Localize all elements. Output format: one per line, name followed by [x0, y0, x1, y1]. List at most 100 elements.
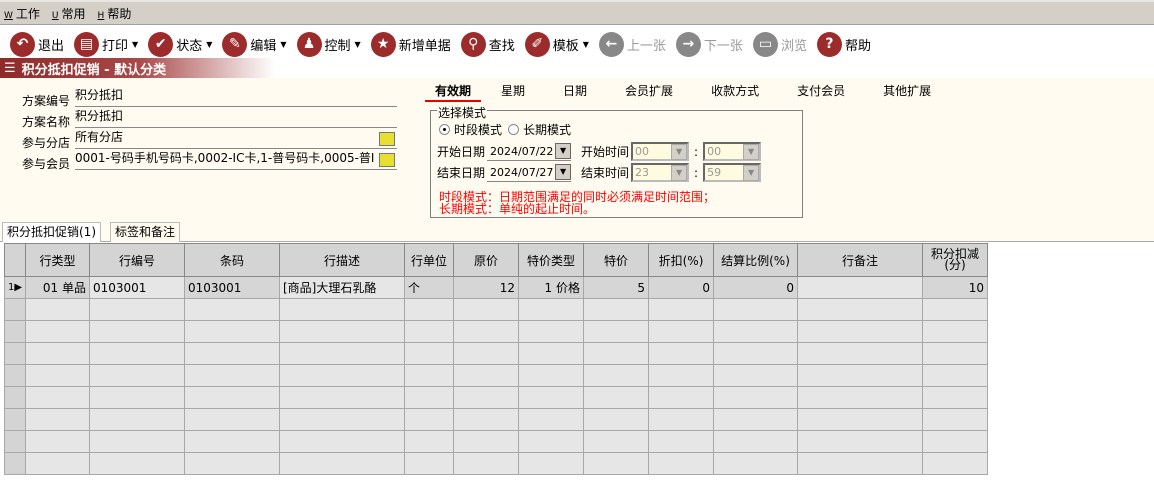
toolbar-button-1[interactable]: ▤ 打印 ▼	[74, 31, 138, 57]
grid-cell[interactable]	[25, 430, 90, 453]
tab-3[interactable]: 会员扩展	[615, 83, 683, 102]
dropdown-arrow-icon[interactable]: ▼	[555, 143, 572, 159]
grid-cell[interactable]	[797, 276, 923, 299]
grid-cell[interactable]	[518, 342, 584, 365]
grid-cell[interactable]: 0	[713, 276, 798, 299]
dropdown-arrow-icon[interactable]: ▼	[555, 164, 572, 180]
grid-cell[interactable]: 个	[404, 276, 454, 299]
column-header[interactable]: 行描述	[279, 243, 405, 277]
grid-cell[interactable]	[184, 342, 280, 365]
grid-cell[interactable]	[518, 320, 584, 343]
grid-cell[interactable]	[583, 386, 649, 409]
grid-cell[interactable]	[713, 430, 798, 453]
toolbar-button-0[interactable]: ↶ 退出	[10, 31, 64, 57]
grid-cell[interactable]	[518, 430, 584, 453]
grid-cell[interactable]	[518, 452, 584, 475]
grid-cell[interactable]	[404, 452, 454, 475]
grid-cell[interactable]	[279, 364, 405, 387]
table-row[interactable]	[4, 298, 988, 321]
chevron-down-icon[interactable]: ▼	[583, 40, 589, 49]
grid-cell[interactable]	[404, 386, 454, 409]
end-hour-select[interactable]: 23 ▼	[631, 163, 690, 182]
grid-cell[interactable]	[922, 386, 988, 409]
grid-cell[interactable]	[713, 408, 798, 431]
field-input[interactable]: 积分抵扣	[75, 109, 397, 128]
toolbar-button-9[interactable]: → 下一张	[675, 31, 743, 57]
table-row[interactable]: 1▶ 01 单品 0103001 0103001 [商品]大理石乳酪个 12 1 价格 5 0 0…	[4, 276, 988, 299]
table-row[interactable]	[4, 452, 988, 475]
grid-cell[interactable]	[922, 408, 988, 431]
column-header[interactable]: 特价类型	[518, 243, 584, 277]
chevron-down-icon[interactable]: ▼	[280, 40, 286, 49]
toolbar-button-4[interactable]: ♟ 控制 ▼	[296, 31, 361, 57]
toolbar-button-11[interactable]: ? 帮助	[816, 31, 871, 57]
grid-cell[interactable]	[453, 320, 519, 343]
grid-cell[interactable]	[583, 408, 649, 431]
table-row[interactable]	[4, 342, 988, 365]
start-minute-select[interactable]: 00 ▼	[703, 142, 762, 161]
table-row[interactable]	[4, 364, 988, 387]
dropdown-arrow-icon[interactable]: ▼	[743, 164, 760, 181]
row-header[interactable]	[4, 408, 26, 431]
grid-cell[interactable]	[89, 320, 185, 343]
grid-cell[interactable]	[713, 342, 798, 365]
row-header[interactable]	[4, 452, 26, 475]
chevron-down-icon[interactable]: ▼	[206, 40, 212, 49]
menu-0[interactable]: W 工作	[4, 5, 40, 22]
tab-tags-notes[interactable]: 标签和备注	[110, 222, 181, 242]
grid-cell[interactable]	[89, 342, 185, 365]
column-header[interactable]: 行类型	[25, 243, 90, 277]
row-header[interactable]	[4, 364, 26, 387]
grid-cell[interactable]	[89, 430, 185, 453]
dropdown-arrow-icon[interactable]: ▼	[743, 143, 760, 160]
grid-cell[interactable]	[89, 364, 185, 387]
grid-cell[interactable]	[25, 408, 90, 431]
grid-cell[interactable]	[713, 364, 798, 387]
grid-cell[interactable]	[797, 430, 923, 453]
chevron-down-icon[interactable]: ▼	[355, 40, 361, 49]
grid-cell[interactable]	[797, 386, 923, 409]
grid-cell[interactable]	[583, 320, 649, 343]
tab-5[interactable]: 支付会员	[787, 83, 855, 102]
grid-cell[interactable]	[25, 364, 90, 387]
grid-cell[interactable]: 0103001	[89, 276, 185, 299]
grid-cell[interactable]	[279, 342, 405, 365]
grid-cell[interactable]	[518, 364, 584, 387]
grid-cell[interactable]	[184, 430, 280, 453]
row-header[interactable]	[4, 342, 26, 365]
column-header[interactable]: 原价	[453, 243, 519, 277]
grid-cell[interactable]	[648, 298, 714, 321]
grid-cell[interactable]	[404, 408, 454, 431]
radio-long-mode[interactable]	[508, 124, 520, 135]
grid-cell[interactable]	[89, 298, 185, 321]
grid-cell[interactable]	[922, 320, 988, 343]
column-header[interactable]: 特价	[583, 243, 649, 277]
radio-period-mode[interactable]	[439, 124, 450, 135]
grid-cell[interactable]	[453, 364, 519, 387]
grid-cell[interactable]	[404, 342, 454, 365]
grid-cell[interactable]	[797, 452, 923, 475]
toolbar-button-7[interactable]: ✐ 模板 ▼	[524, 31, 589, 57]
grid-cell[interactable]	[922, 298, 988, 321]
grid-cell[interactable]	[713, 452, 798, 475]
grid-cell[interactable]	[583, 342, 649, 365]
grid-cell[interactable]	[583, 430, 649, 453]
row-header[interactable]	[4, 320, 26, 343]
row-header[interactable]	[4, 386, 26, 409]
end-minute-select[interactable]: 59 ▼	[703, 163, 762, 182]
grid-cell[interactable]	[797, 408, 923, 431]
table-row[interactable]	[4, 320, 988, 343]
row-header[interactable]	[4, 430, 26, 453]
tab-6[interactable]: 其他扩展	[873, 83, 941, 102]
grid-cell[interactable]	[922, 430, 988, 453]
folder-icon[interactable]	[379, 153, 395, 167]
tab-points-promo[interactable]: 积分抵扣促销(1)	[2, 222, 101, 242]
grid-cell[interactable]: 01 单品	[25, 276, 90, 299]
grid-cell[interactable]: 12	[453, 276, 519, 299]
grid-cell[interactable]	[453, 298, 519, 321]
table-row[interactable]	[4, 430, 988, 453]
grid-cell[interactable]	[648, 386, 714, 409]
dropdown-arrow-icon[interactable]: ▼	[671, 143, 688, 160]
grid-cell[interactable]	[648, 452, 714, 475]
grid-cell[interactable]	[404, 320, 454, 343]
